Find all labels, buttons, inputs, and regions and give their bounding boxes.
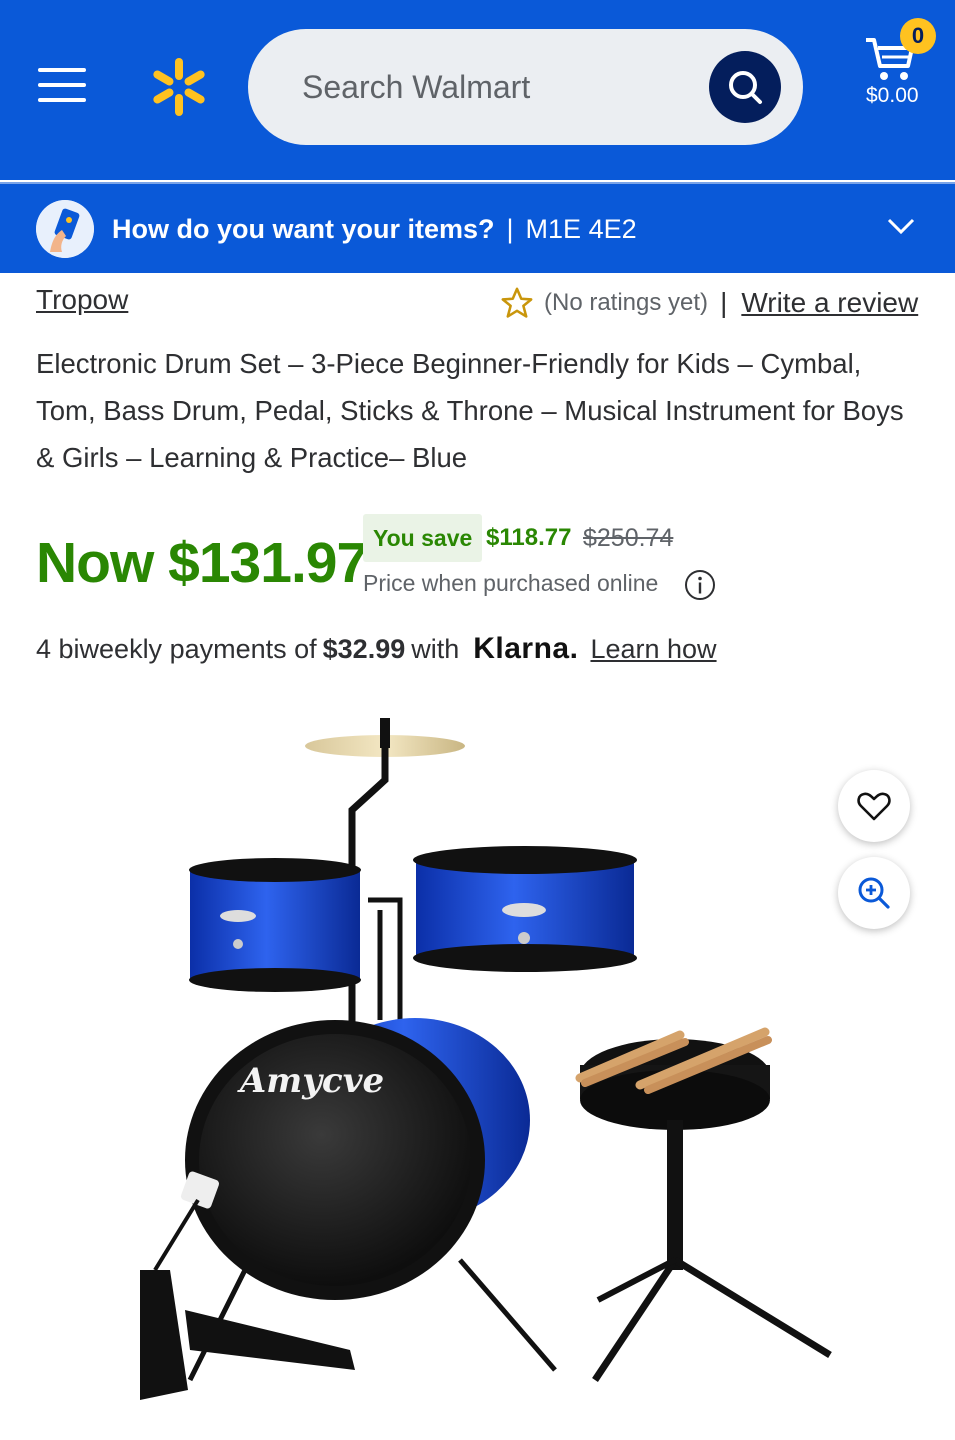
cart-count-badge: 0 (900, 18, 936, 54)
delivery-prompt: How do you want your items? (112, 214, 495, 244)
chevron-down-icon[interactable] (886, 214, 916, 238)
delivery-text: How do you want your items? | M1E 4E2 (112, 214, 637, 245)
search-button[interactable] (709, 51, 781, 123)
bass-drum: Amycve (185, 1018, 530, 1300)
info-icon[interactable] (683, 568, 717, 602)
search-bar (248, 29, 803, 145)
drum-logo-text: Amycve (237, 1061, 384, 1101)
cart-button[interactable]: 0 $0.00 (858, 18, 938, 114)
top-header: 0 $0.00 (0, 0, 955, 180)
search-icon (729, 71, 762, 104)
zoom-in-icon (858, 877, 890, 909)
star-icon (501, 287, 533, 318)
rating-row: (No ratings yet) | Write a review (500, 285, 918, 321)
rating-separator: | (720, 287, 728, 318)
left-tom (189, 858, 361, 992)
delivery-selector[interactable]: How do you want your items? | M1E 4E2 (0, 182, 955, 273)
current-price: Now $131.97 (36, 531, 368, 595)
brand-link[interactable]: Tropow (36, 284, 128, 316)
save-amount: $118.77 (486, 524, 572, 551)
klarna-row: 4 biweekly payments of $32.99 with Klarn… (36, 632, 717, 666)
delivery-hand-icon (36, 200, 94, 258)
learn-how-link[interactable]: Learn how (590, 634, 716, 665)
search-input[interactable] (302, 63, 682, 111)
price-note: Price when purchased online (363, 570, 659, 596)
cart-total: $0.00 (866, 84, 919, 107)
walmart-spark-icon[interactable] (148, 56, 210, 118)
heart-icon (857, 792, 891, 821)
rating-text: (No ratings yet) (544, 289, 709, 316)
klarna-amount: $32.99 (322, 633, 406, 664)
you-save-badge: You save (363, 514, 483, 562)
hamburger-icon[interactable] (38, 68, 86, 106)
favorite-button[interactable] (838, 770, 910, 842)
write-review-link[interactable]: Write a review (741, 287, 918, 319)
drum-throne (580, 1039, 832, 1382)
klarna-prefix: 4 biweekly payments of (36, 633, 317, 664)
product-image[interactable]: Amycve (100, 700, 860, 1430)
zoom-button[interactable] (838, 857, 910, 929)
klarna-with: with (411, 633, 460, 664)
was-price: $250.74 (583, 524, 674, 552)
postal-code: M1E 4E2 (525, 214, 637, 244)
right-tom (413, 846, 637, 972)
product-title: Electronic Drum Set – 3-Piece Beginner-F… (36, 348, 904, 473)
delivery-separator: | (506, 214, 514, 244)
klarna-logo: Klarna. (473, 632, 579, 665)
